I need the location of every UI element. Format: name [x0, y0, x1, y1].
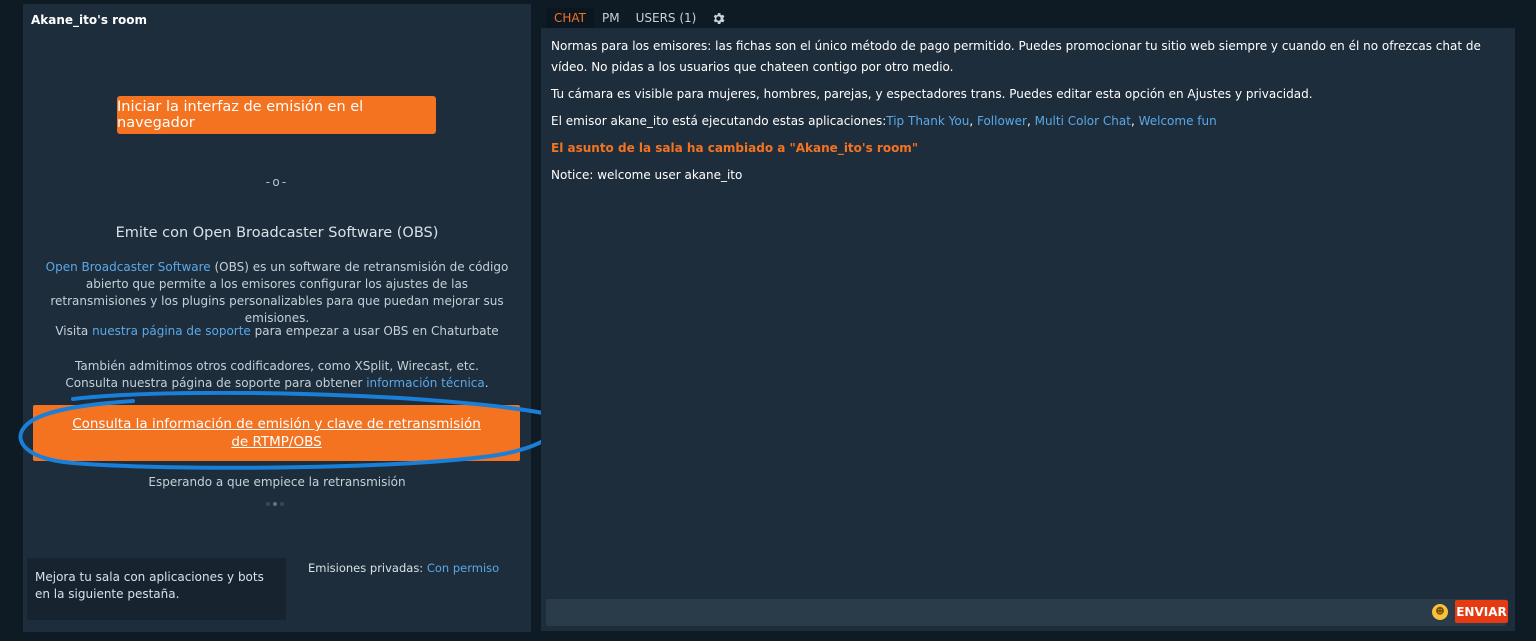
tech-info-prefix: Consulta nuestra página de soporte para … [65, 376, 367, 390]
broadcast-panel: Akane_ito's room Iniciar la interfaz de … [18, 4, 558, 632]
obs-heading: Emite con Open Broadcaster Software (OBS… [115, 225, 439, 241]
apps-promo-box: Mejora tu sala con aplicaciones y bots e… [27, 558, 286, 620]
gear-icon[interactable] [710, 10, 726, 26]
chat-panel: Normas para los emisores: las fichas son… [541, 28, 1515, 631]
other-encoders-line2: Consulta nuestra página de soporte para … [43, 375, 511, 392]
app-link-tip-thank-you[interactable]: Tip Thank You [886, 114, 969, 128]
emoji-icon[interactable]: ☻ [1432, 604, 1448, 620]
support-visit-suffix: para empezar a usar OBS en Chaturbate [250, 324, 499, 338]
apps-prefix: El emisor akane_ito está ejecutando esta… [551, 114, 887, 128]
other-encoders: También admitimos otros codificadores, c… [43, 358, 511, 392]
chat-message-subject: El asunto de la sala ha cambiado a "Akan… [551, 141, 919, 155]
tab-pm[interactable]: PM [594, 8, 628, 28]
browser-broadcast-button[interactable]: Iniciar la interfaz de emisión en el nav… [117, 96, 436, 134]
chat-tabs: CHAT PM USERS (1) [546, 8, 726, 28]
loading-dots [266, 502, 284, 506]
app-link-follower[interactable]: Follower [977, 114, 1027, 128]
app-link-welcome-fun[interactable]: Welcome fun [1139, 114, 1217, 128]
send-button[interactable]: ENVIAR [1455, 600, 1508, 623]
private-shows-setting: Emisiones privadas: Con permiso [308, 561, 499, 575]
chat-message-apps: El emisor akane_ito está ejecutando esta… [551, 114, 1217, 128]
tab-users[interactable]: USERS (1) [628, 8, 705, 28]
obs-link[interactable]: Open Broadcaster Software [46, 260, 211, 274]
support-visit-line: Visita nuestra página de soporte para em… [23, 324, 531, 338]
other-encoders-line1: También admitimos otros codificadores, c… [75, 359, 479, 373]
tech-info-suffix: . [484, 376, 489, 390]
app-link-multi-color-chat[interactable]: Multi Color Chat [1035, 114, 1131, 128]
support-visit-prefix: Visita [55, 324, 93, 338]
loading-dot [280, 502, 284, 506]
chat-message-rules: Normas para los emisores: las fichas son… [551, 39, 1481, 74]
separator: -o- [265, 175, 289, 189]
waiting-status: Esperando a que empiece la retransmisión [148, 475, 406, 489]
private-shows-value[interactable]: Con permiso [427, 561, 499, 575]
chat-message-notice: Notice: welcome user akane_ito [551, 168, 743, 182]
chat-input[interactable]: ☻ ENVIAR [546, 599, 1508, 626]
rtmp-info-button[interactable]: Consulta la información de emisión y cla… [33, 405, 520, 461]
support-page-link[interactable]: nuestra página de soporte [92, 324, 251, 338]
obs-description: Open Broadcaster Software (OBS) es un so… [43, 259, 511, 327]
tab-chat[interactable]: CHAT [546, 8, 595, 28]
loading-dot [273, 502, 277, 506]
room-title: Akane_ito's room [31, 13, 148, 27]
tech-info-link[interactable]: información técnica [366, 376, 485, 390]
chat-message-visibility: Tu cámara es visible para mujeres, hombr… [551, 87, 1313, 101]
loading-dot [266, 502, 270, 506]
private-shows-label: Emisiones privadas: [308, 561, 427, 575]
chat-messages: Normas para los emisores: las fichas son… [551, 36, 1507, 192]
